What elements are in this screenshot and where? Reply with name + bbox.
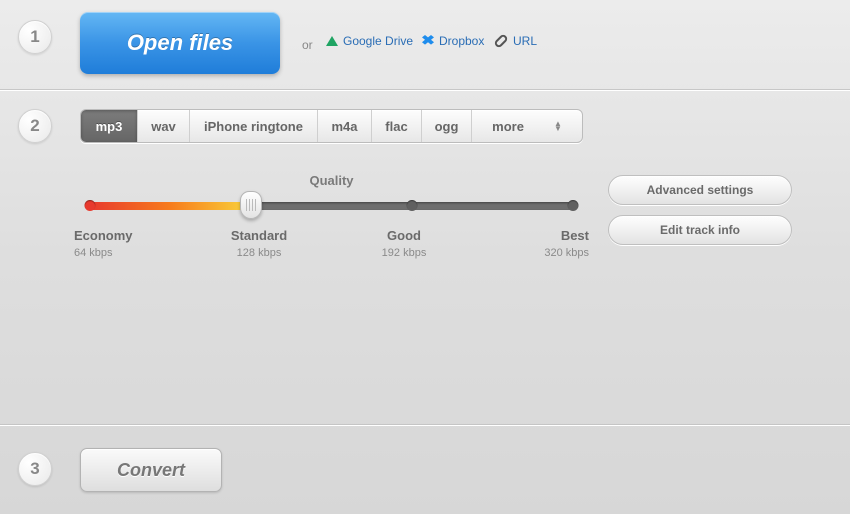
advanced-settings-button[interactable]: Advanced settings [608,175,792,205]
or-text: or [302,38,313,52]
dropbox-link[interactable]: Dropbox [422,34,484,48]
link-icon [493,33,509,49]
quality-label-standard: Standard 128 kbps [219,228,299,259]
quality-panel: Quality Economy 64 kbps Standard 128 kbp… [80,173,583,259]
step-3-badge: 3 [18,452,52,486]
quality-tick-economy [85,200,96,211]
step-3-section: 3 Convert [0,425,850,512]
format-tabs: mp3 wav iPhone ringtone m4a flac ogg mor… [80,109,583,143]
tab-ogg[interactable]: ogg [422,110,472,142]
quality-title: Quality [80,173,583,188]
dropbox-label: Dropbox [439,34,484,48]
quality-bitrate: 192 kbps [364,247,444,259]
quality-name: Economy [74,228,154,243]
tab-more[interactable]: more ▲▼ [472,110,582,142]
quality-slider-track[interactable] [90,202,573,210]
convert-button[interactable]: Convert [80,448,222,492]
side-buttons: Advanced settings Edit track info [608,175,792,245]
url-label: URL [513,34,537,48]
tab-iphone-ringtone[interactable]: iPhone ringtone [190,110,318,142]
step-2-section: 2 mp3 wav iPhone ringtone m4a flac ogg m… [0,90,850,425]
quality-slider-handle[interactable] [240,191,262,219]
open-files-button[interactable]: Open files [80,12,280,74]
quality-bitrate: 320 kbps [509,247,589,259]
quality-name: Good [364,228,444,243]
updown-icon: ▲▼ [554,121,562,131]
quality-slider-fill [90,202,249,210]
quality-bitrate: 64 kbps [74,247,154,259]
quality-label-economy: Economy 64 kbps [74,228,154,259]
google-drive-link[interactable]: Google Drive [326,34,413,48]
step-1-section: 1 Open files or Google Drive Dropbox URL [0,0,850,90]
tab-flac[interactable]: flac [372,110,422,142]
quality-labels: Economy 64 kbps Standard 128 kbps Good 1… [80,228,583,259]
google-drive-icon [326,36,338,46]
quality-tick-best [568,200,579,211]
tab-mp3[interactable]: mp3 [81,110,138,142]
quality-label-best: Best 320 kbps [509,228,589,259]
step-2-badge: 2 [18,109,52,143]
step-1-badge: 1 [18,20,52,54]
google-drive-label: Google Drive [343,34,413,48]
quality-label-good: Good 192 kbps [364,228,444,259]
quality-name: Standard [219,228,299,243]
tab-wav[interactable]: wav [138,110,190,142]
url-link[interactable]: URL [494,34,537,48]
quality-name: Best [509,228,589,243]
edit-track-info-button[interactable]: Edit track info [608,215,792,245]
quality-tick-good [406,200,417,211]
tab-m4a[interactable]: m4a [318,110,372,142]
quality-bitrate: 128 kbps [219,247,299,259]
tab-more-label: more [492,119,524,134]
dropbox-icon [422,35,434,47]
